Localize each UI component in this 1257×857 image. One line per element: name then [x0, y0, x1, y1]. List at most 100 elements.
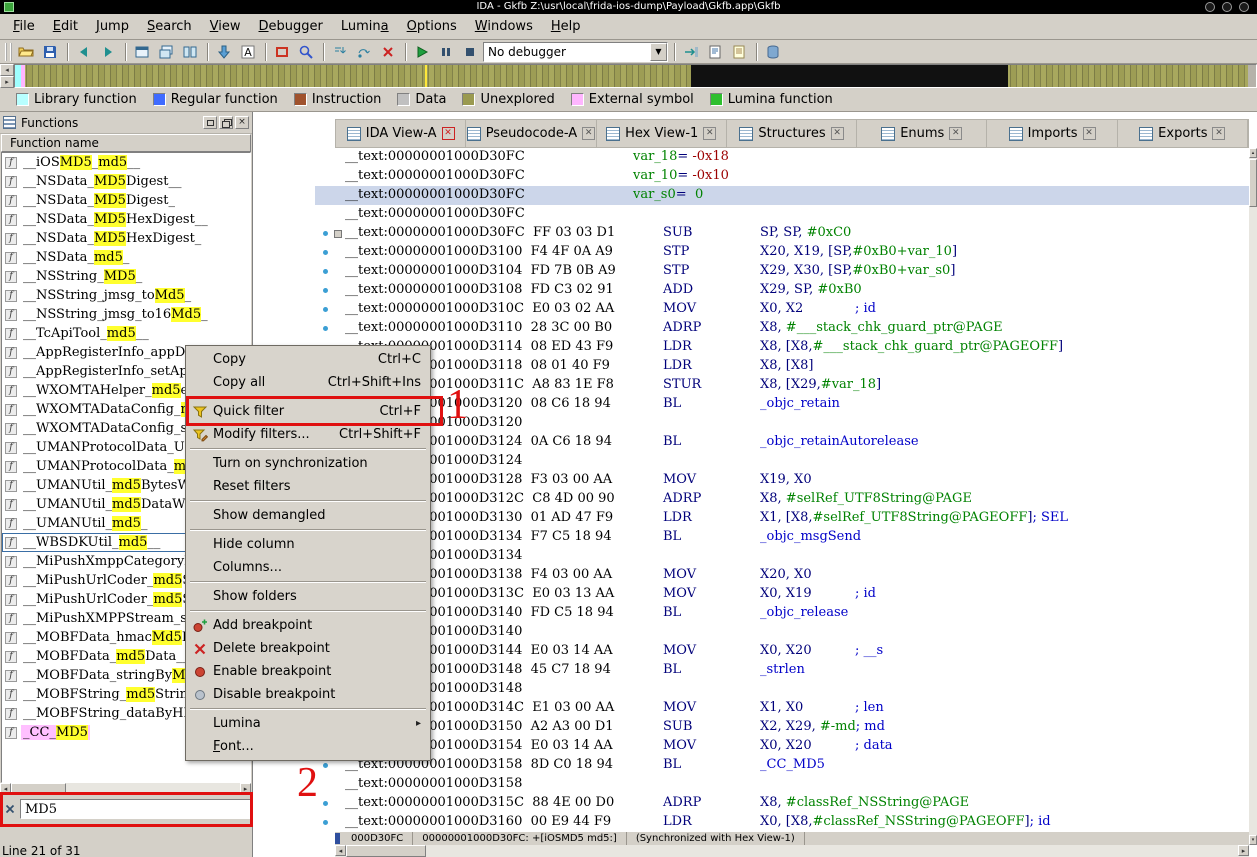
disasm-line[interactable]: __text:00000001000D3108 FD C3 02 91 ADD X2… [315, 281, 1249, 300]
menubar-item-view[interactable]: View [201, 16, 250, 37]
breakpoint-list-icon[interactable] [271, 42, 293, 62]
tab-close-icon[interactable]: ✕ [949, 127, 963, 140]
context-item-font[interactable]: Font... [187, 735, 429, 758]
navband-strip[interactable] [14, 64, 1257, 88]
disasm-line[interactable]: __text:00000001000D30FC [315, 205, 1249, 224]
menubar-item-help[interactable]: Help [542, 16, 590, 37]
disasm-line[interactable]: __text:00000001000D3158 [315, 775, 1249, 794]
jump-address-icon[interactable] [213, 42, 235, 62]
nav-back-icon[interactable] [73, 42, 95, 62]
tab-close-icon[interactable]: ✕ [441, 127, 455, 140]
disasm-line[interactable]: __text:00000001000D30FC FF 03 03 D1 SUB SP… [315, 224, 1249, 243]
tab-pseudocode-a[interactable]: Pseudocode-A ✕ [466, 120, 597, 147]
step-over-icon[interactable] [353, 42, 375, 62]
disassembly-view[interactable]: __text:00000001000D30FC var_18= -0x18 __te… [315, 148, 1249, 832]
context-item-turn-on-synchronization[interactable]: Turn on synchronization [187, 452, 429, 475]
disasm-line[interactable]: __text:00000001000D3150 A2 A3 00 D1 SUB X2… [315, 718, 1249, 737]
disasm-line[interactable]: __text:00000001000D3140 FD C5 18 94 BL _ob… [315, 604, 1249, 623]
menubar-item-options[interactable]: Options [398, 16, 466, 37]
function-row[interactable]: f __NSData_MD5Digest__ [2, 172, 250, 191]
navband-scroll-right-icon[interactable]: ▸ [0, 76, 14, 88]
start-process-icon[interactable] [411, 42, 433, 62]
disasm-line[interactable]: __text:00000001000D3114 08 ED 43 F9 LDR X8… [315, 338, 1249, 357]
disasm-line[interactable]: __text:00000001000D3138 F4 03 00 AA MOV X2… [315, 566, 1249, 585]
function-name-column-header[interactable]: Function name [1, 134, 251, 152]
maximize-button[interactable] [1222, 2, 1232, 12]
pause-process-icon[interactable] [435, 42, 457, 62]
function-row[interactable]: f __TcApiTool_md5__ [2, 324, 250, 343]
menubar-item-search[interactable]: Search [138, 16, 201, 37]
tab-close-icon[interactable]: ✕ [1212, 127, 1226, 140]
context-item-add-breakpoint[interactable]: Add breakpoint [187, 614, 429, 637]
disasm-line[interactable]: __text:00000001000D3158 8D C0 18 94 BL _CC… [315, 756, 1249, 775]
disasm-line[interactable]: __text:00000001000D3140 [315, 623, 1249, 642]
function-row[interactable]: f __NSString_MD5_ [2, 267, 250, 286]
disasm-line[interactable]: __text:00000001000D310C E0 03 02 AA MOV X0… [315, 300, 1249, 319]
disasm-line[interactable]: __text:00000001000D3110 28 3C 00 B0 ADRP X… [315, 319, 1249, 338]
disasm-line[interactable]: __text:00000001000D312C C8 4D 00 90 ADRP X… [315, 490, 1249, 509]
scrollbar-thumb[interactable] [346, 845, 426, 857]
disasm-line[interactable]: __text:00000001000D314C E1 03 00 AA MOV X1… [315, 699, 1249, 718]
context-item-columns[interactable]: Columns... [187, 556, 429, 579]
search-icon[interactable] [295, 42, 317, 62]
disasm-line[interactable]: __text:00000001000D3134 [315, 547, 1249, 566]
menubar-item-jump[interactable]: Jump [87, 16, 138, 37]
disasm-line[interactable]: __text:00000001000D313C E0 03 13 AA MOV X0… [315, 585, 1249, 604]
attach-icon[interactable] [680, 42, 702, 62]
cancel-icon[interactable] [377, 42, 399, 62]
function-row[interactable]: f __iOSMD5_md5__ [2, 153, 250, 172]
debugger-selector[interactable]: No debugger ▼ [483, 41, 668, 62]
nav-forward-icon[interactable] [97, 42, 119, 62]
context-item-hide-column[interactable]: Hide column [187, 533, 429, 556]
functions-restore-icon[interactable] [219, 116, 233, 129]
disasm-line[interactable]: __text:00000001000D3160 00 E9 44 F9 LDR X0… [315, 813, 1249, 832]
menubar-item-edit[interactable]: Edit [44, 16, 87, 37]
tab-close-icon[interactable]: ✕ [1082, 127, 1096, 140]
context-item-disable-breakpoint[interactable]: Disable breakpoint [187, 683, 429, 706]
menubar-item-lumina[interactable]: Lumina [332, 16, 398, 37]
disasm-line[interactable]: __text:00000001000D3144 E0 03 14 AA MOV X0… [315, 642, 1249, 661]
script-icon[interactable] [704, 42, 726, 62]
disasm-line[interactable]: __text:00000001000D30FC var_18= -0x18 [315, 148, 1249, 167]
function-row[interactable]: f __NSData_md5_ [2, 248, 250, 267]
disasm-line[interactable]: __text:00000001000D3128 F3 03 00 AA MOV X1… [315, 471, 1249, 490]
navigation-band[interactable]: ◂ ▸ [0, 64, 1257, 88]
tab-close-icon[interactable]: ✕ [830, 127, 844, 140]
context-item-modify-filters[interactable]: Modify filters... Ctrl+Shift+F [187, 423, 429, 446]
menubar-item-debugger[interactable]: Debugger [250, 16, 332, 37]
scroll-down-icon[interactable]: ▾ [1249, 835, 1257, 845]
names-icon[interactable]: A [237, 42, 259, 62]
database-icon[interactable] [762, 42, 784, 62]
scroll-left-icon[interactable]: ◂ [335, 845, 346, 856]
close-button[interactable] [1239, 2, 1249, 12]
window-stack-icon[interactable] [155, 42, 177, 62]
window-list-icon[interactable] [131, 42, 153, 62]
disasm-line[interactable]: __text:00000001000D30FC var_s0= 0 [315, 186, 1249, 205]
menubar-item-file[interactable]: File [4, 16, 44, 37]
scroll-right-icon[interactable]: ▸ [1238, 845, 1249, 856]
functions-close-icon[interactable]: × [235, 116, 249, 129]
scrollbar-thumb[interactable] [1249, 159, 1257, 207]
disasm-line[interactable]: __text:00000001000D315C 88 4E 00 D0 ADRP X… [315, 794, 1249, 813]
minimize-button[interactable] [1205, 2, 1215, 12]
tab-ida-view-a[interactable]: IDA View-A ✕ [336, 120, 467, 147]
navband-scroll-left-icon[interactable]: ◂ [0, 64, 14, 76]
context-item-copy-all[interactable]: Copy all Ctrl+Shift+Ins [187, 371, 429, 394]
collapse-box-icon[interactable] [334, 230, 342, 238]
context-item-reset-filters[interactable]: Reset filters [187, 475, 429, 498]
disasm-line[interactable]: __text:00000001000D3124 0A C6 18 94 BL _ob… [315, 433, 1249, 452]
context-item-show-demangled[interactable]: Show demangled [187, 504, 429, 527]
context-item-enable-breakpoint[interactable]: Enable breakpoint [187, 660, 429, 683]
disasm-line[interactable]: __text:00000001000D3100 F4 4F 0A A9 STP X2… [315, 243, 1249, 262]
disasm-line[interactable]: __text:00000001000D3124 [315, 452, 1249, 471]
tab-imports[interactable]: Imports ✕ [987, 120, 1118, 147]
tab-exports[interactable]: Exports ✕ [1118, 120, 1248, 147]
function-row[interactable]: f __NSData_MD5Digest_ [2, 191, 250, 210]
open-file-icon[interactable] [15, 42, 37, 62]
stop-process-icon[interactable] [459, 42, 481, 62]
function-row[interactable]: f __NSString_jmsg_toMd5_ [2, 286, 250, 305]
functions-titlebar[interactable]: Functions × [0, 112, 252, 134]
tab-enums[interactable]: Enums ✕ [857, 120, 988, 147]
chevron-down-icon[interactable]: ▼ [650, 42, 667, 61]
step-into-icon[interactable] [329, 42, 351, 62]
